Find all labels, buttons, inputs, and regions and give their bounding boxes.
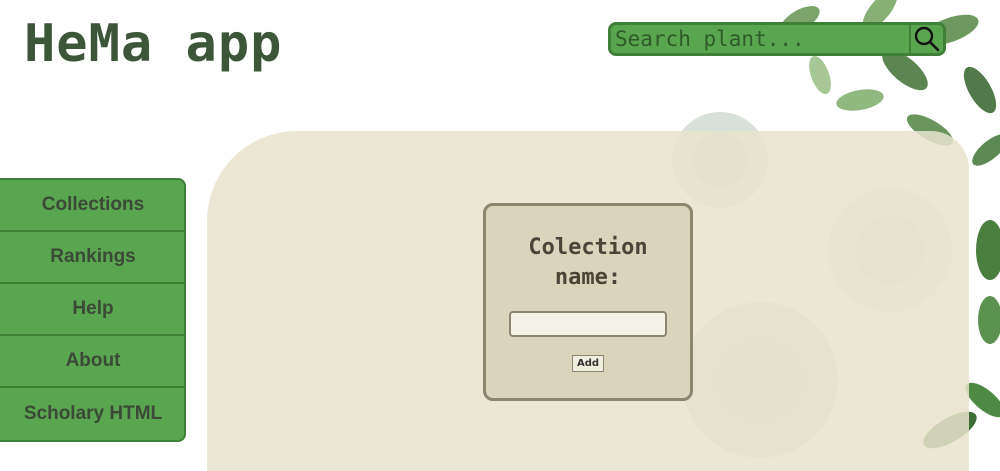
collection-form: Colection name: Add — [483, 203, 693, 401]
add-button[interactable]: Add — [571, 355, 605, 372]
collection-name-input[interactable] — [509, 311, 667, 337]
sidebar-nav: Collections Rankings Help About Scholary… — [0, 178, 186, 442]
sidebar-item-about[interactable]: About — [0, 336, 184, 388]
search-bar — [608, 22, 946, 56]
search-input[interactable] — [611, 25, 909, 53]
sidebar-item-help[interactable]: Help — [0, 284, 184, 336]
app-title: HeMa app — [24, 14, 283, 74]
search-button[interactable] — [909, 25, 943, 53]
sidebar-item-scholary-html[interactable]: Scholary HTML — [0, 388, 184, 440]
search-icon — [914, 26, 940, 52]
sidebar-item-rankings[interactable]: Rankings — [0, 232, 184, 284]
sidebar-item-collections[interactable]: Collections — [0, 180, 184, 232]
collection-name-label: Colection name: — [528, 235, 648, 290]
